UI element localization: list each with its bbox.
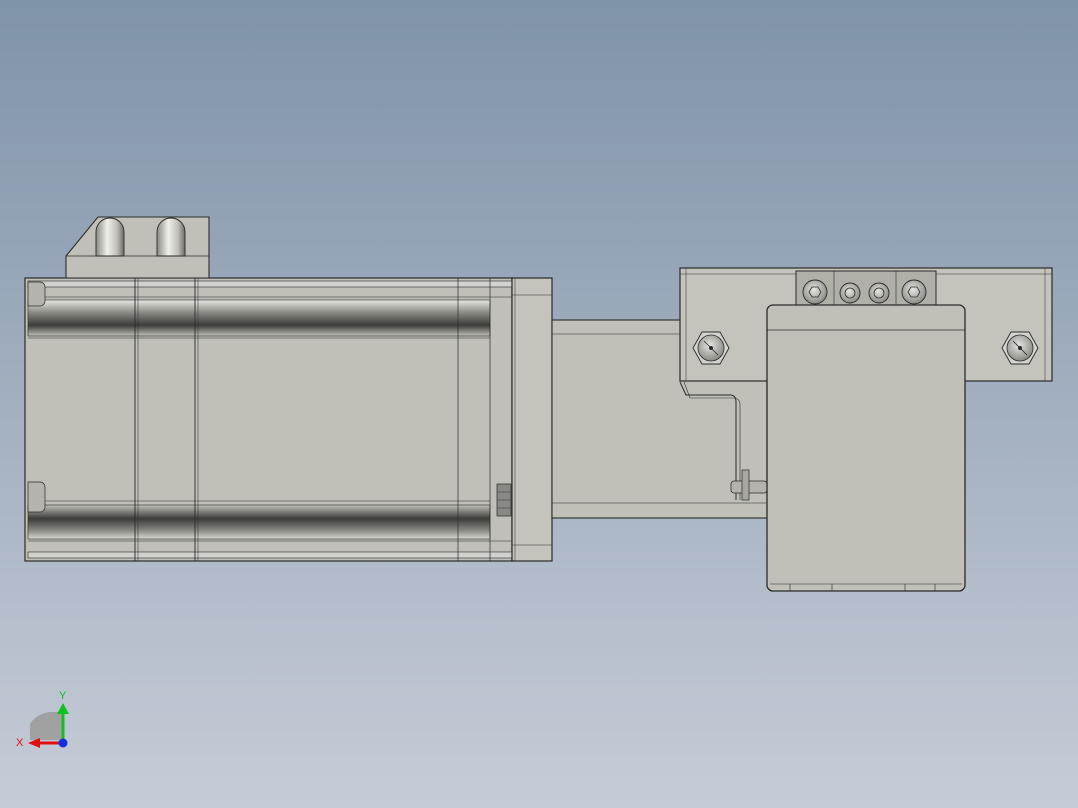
orientation-triad[interactable]: Y X [0,680,90,760]
y-axis-label: Y [59,690,67,702]
cad-model-front-view[interactable] [0,0,1078,808]
screw-strip[interactable] [795,270,937,308]
motor-front-flange[interactable] [511,277,553,562]
z-axis-dot [58,738,68,748]
x-axis-label: X [16,737,24,749]
motor-body[interactable] [24,277,513,562]
socket-screw-2 [839,282,861,304]
triad-plane-shade [30,712,63,740]
socket-screw-1 [802,279,828,305]
motor-connector-block[interactable] [65,216,210,279]
socket-screw-3 [868,282,890,304]
cad-viewport[interactable]: Y X [0,0,1078,808]
socket-screw-4 [901,279,927,305]
carriage-block[interactable] [766,304,966,592]
